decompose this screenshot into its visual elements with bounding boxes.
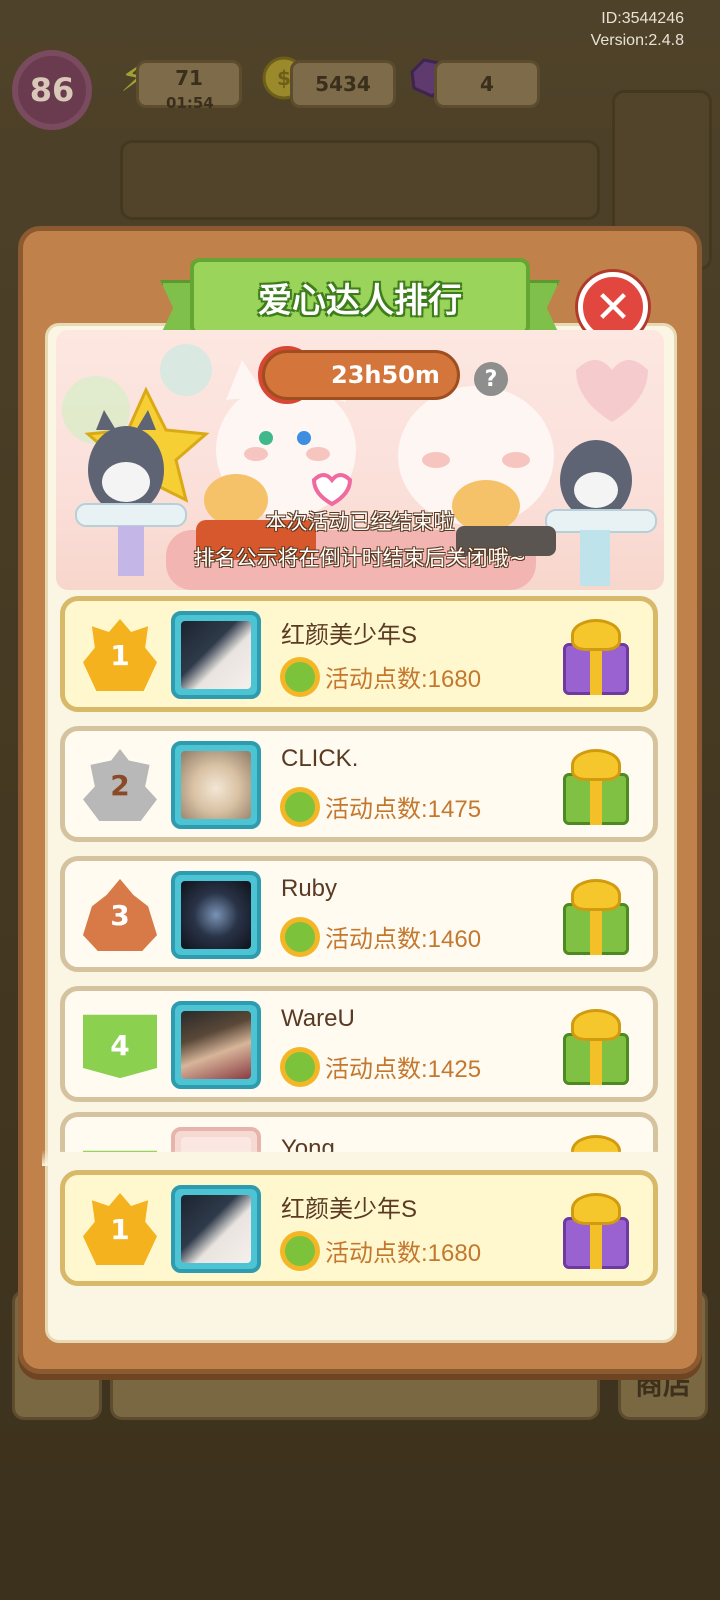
player-name: Ruby — [281, 875, 338, 902]
player-name: 红颜美少年S — [281, 622, 418, 649]
player-name: WareU — [281, 1005, 355, 1032]
crown-gold-icon: 1 — [83, 1193, 157, 1265]
player-score: 活动点数:1680 — [281, 1233, 481, 1268]
score-text: 活动点数:1680 — [325, 1240, 482, 1267]
avatar[interactable] — [171, 871, 261, 959]
gem-counter[interactable]: 4 — [434, 60, 540, 108]
dialog-title: 爱心达人排行 — [258, 280, 462, 321]
avatar[interactable] — [171, 741, 261, 829]
level-badge[interactable]: 86 — [12, 50, 92, 130]
ranking-row-4[interactable]: 4 WareU 活动点数:1425 — [60, 986, 658, 1102]
my-ranking-row[interactable]: 1 红颜美少年S 活动点数:1680 — [60, 1170, 658, 1286]
avatar[interactable] — [171, 1127, 261, 1152]
rank-number: 4 — [110, 1028, 130, 1062]
score-text: 活动点数:1475 — [325, 796, 482, 823]
score-text: 活动点数:1425 — [325, 1056, 482, 1083]
gift-icon[interactable] — [559, 1005, 633, 1087]
energy-value: 71 — [175, 66, 203, 90]
avatar-image — [181, 1011, 251, 1079]
help-icon: ? — [484, 366, 498, 392]
ranking-row-1[interactable]: 1 红颜美少年S 活动点数:1680 — [60, 596, 658, 712]
rank-flag-icon: 4 — [83, 1014, 157, 1079]
gift-icon[interactable] — [559, 745, 633, 827]
svg-text:$: $ — [277, 66, 291, 90]
energy-timer: 01:54 — [166, 94, 214, 112]
crown-bronze-icon: 3 — [83, 879, 157, 951]
avatar-image — [181, 751, 251, 819]
gift-icon[interactable] — [559, 615, 633, 697]
avatar[interactable] — [171, 1001, 261, 1089]
countdown-timer: 23h50m — [262, 350, 460, 400]
flower-icon — [285, 661, 315, 692]
avatar[interactable] — [171, 611, 261, 699]
crown-silver-icon: 2 — [83, 749, 157, 821]
coin-value: 5434 — [315, 72, 371, 96]
ranking-row-2[interactable]: 2 CLICK. 活动点数:1475 — [60, 726, 658, 842]
level-number: 86 — [29, 71, 75, 109]
event-ended-notice: 本次活动已经结束啦 — [265, 510, 455, 534]
list-divider — [42, 1150, 674, 1166]
flower-icon — [285, 921, 315, 952]
help-button[interactable]: ? — [474, 362, 508, 396]
ranking-close-notice: 排名公示将在倒计时结束后关闭哦~ — [193, 546, 527, 570]
version-info: ID:3544246 Version:2.4.8 — [591, 8, 684, 52]
gift-icon[interactable] — [559, 1131, 633, 1152]
avatar-image — [181, 881, 251, 949]
player-score: 活动点数:1460 — [281, 919, 481, 954]
ranking-row-3[interactable]: 3 Ruby 活动点数:1460 — [60, 856, 658, 972]
ranking-row-5[interactable]: Yong — [60, 1112, 658, 1152]
gift-icon[interactable] — [559, 875, 633, 957]
avatar-image — [181, 1195, 251, 1263]
rank-number: 1 — [110, 1212, 130, 1246]
countdown-text: 23h50m — [331, 361, 440, 389]
crown-gold-icon: 1 — [83, 619, 157, 691]
ranking-list-clip: Yong — [60, 1112, 658, 1152]
version-text: Version:2.4.8 — [590, 32, 684, 49]
avatar-image — [181, 621, 251, 689]
rank-number: 2 — [110, 768, 130, 802]
score-text: 活动点数:1680 — [325, 666, 482, 693]
flower-icon — [285, 791, 315, 822]
flower-icon — [285, 1235, 315, 1266]
player-score: 活动点数:1680 — [281, 659, 481, 694]
rank-number: 1 — [110, 638, 130, 672]
gift-icon[interactable] — [559, 1189, 633, 1271]
avatar[interactable] — [171, 1185, 261, 1273]
player-score: 活动点数:1425 — [281, 1049, 481, 1084]
rank-number: 3 — [110, 898, 130, 932]
score-text: 活动点数:1460 — [325, 926, 482, 953]
gem-value: 4 — [480, 72, 494, 96]
player-name: CLICK. — [281, 745, 359, 772]
coin-counter[interactable]: 5434 — [290, 60, 396, 108]
ribbon-main: 爱心达人排行 — [190, 258, 530, 336]
flower-icon — [285, 1051, 315, 1082]
player-name: 红颜美少年S — [281, 1196, 418, 1223]
close-icon: ✕ — [594, 281, 632, 333]
player-score: 活动点数:1475 — [281, 789, 481, 824]
player-id-text: ID:3544246 — [601, 10, 684, 27]
